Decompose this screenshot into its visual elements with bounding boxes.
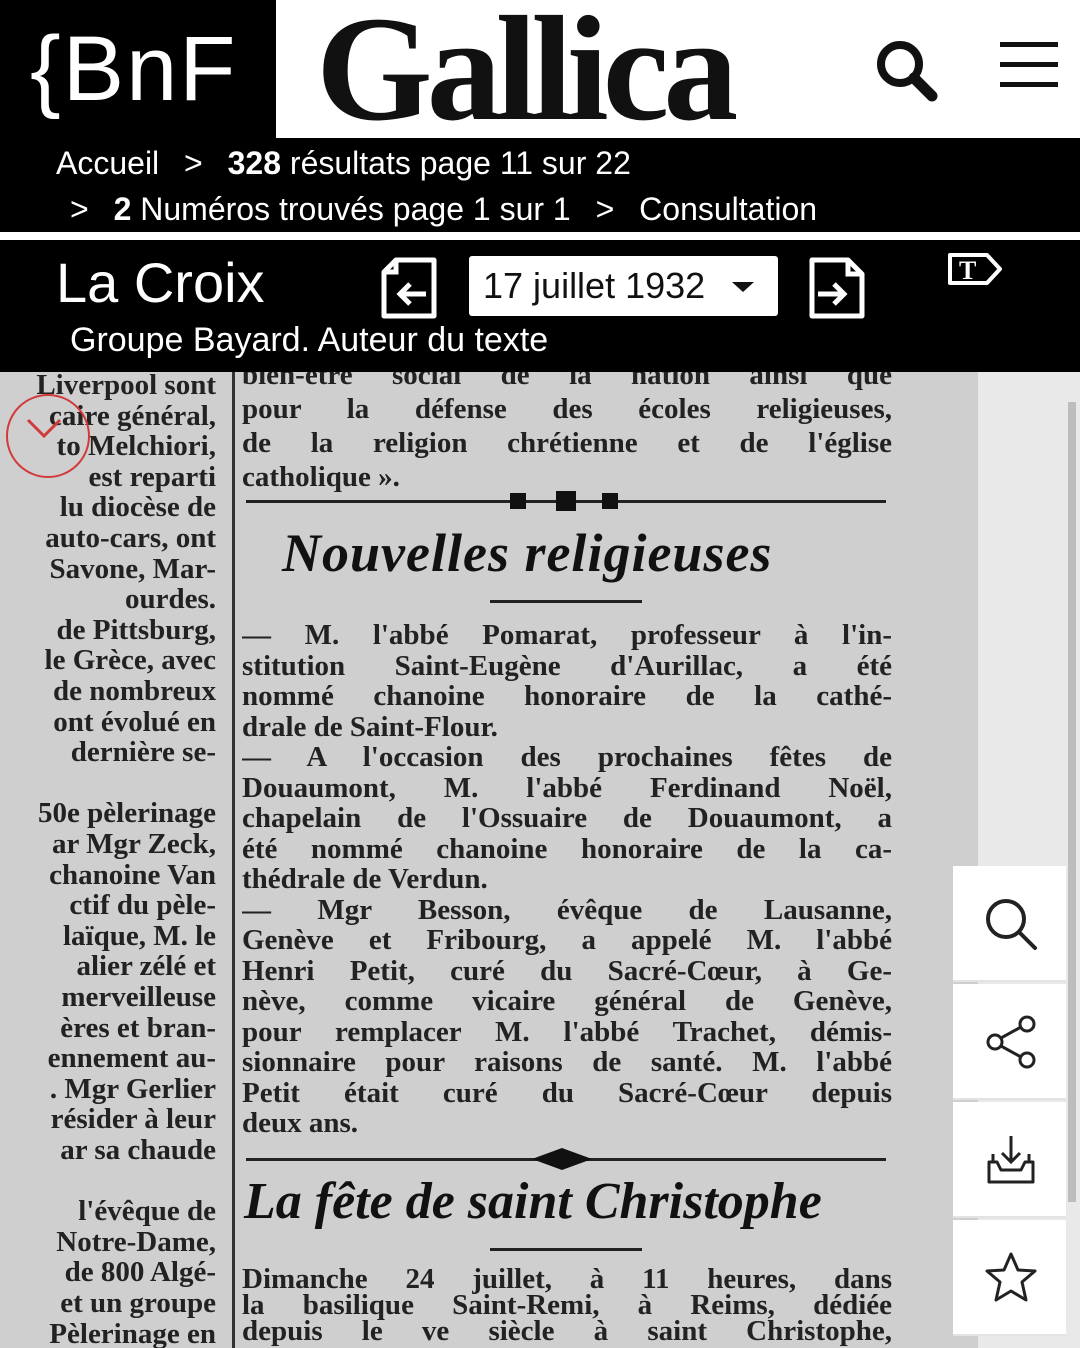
headline-underline <box>490 600 642 603</box>
scan-text-line: de la religion chrétienne et de l'église <box>242 427 892 459</box>
issue-date-select[interactable]: 17 juillet 1932 <box>469 256 778 316</box>
chevron-down-icon[interactable] <box>24 408 64 448</box>
search-icon <box>986 899 1037 950</box>
document-viewer[interactable]: Liverpool sont caire général, to Melchiori… <box>0 372 1080 1348</box>
scan-text-line: . Mgr Gerlier <box>49 1072 216 1105</box>
scan-text-line: — M. l'abbé Pomarat, professeur à l'in- <box>242 619 892 651</box>
text-mode-label: T <box>959 256 976 285</box>
scan-text-line: Petit était curé du Sacré-Cœur depuis <box>242 1076 892 1109</box>
scan-text-line: merveilleuse <box>61 981 216 1013</box>
scan-text-line: et un groupe <box>60 1287 216 1319</box>
issues-text: Numéros trouvés page 1 sur 1 <box>131 191 571 227</box>
scan-text-line: sionnaire pour raisons de santé. M. l'ab… <box>242 1046 892 1078</box>
scan-text-line: depuis le ve siècle à saint Christophe, <box>242 1315 892 1347</box>
search-icon[interactable] <box>872 36 942 106</box>
scan-text-line: Henri Petit, curé du Sacré-Cœur, à Ge- <box>242 954 892 987</box>
scan-right-column: bien-être social de la nation ainsi que p… <box>242 372 892 1348</box>
scan-text-line: ont évolué en <box>53 705 216 738</box>
scan-text-line: lu diocèse de <box>59 491 216 524</box>
scan-text-line: drale de Saint-Flour. <box>242 710 498 743</box>
scan-text-line: de nombreux <box>52 675 216 707</box>
scan-text-line: ctif du pèle- <box>69 889 216 922</box>
scan-text-line: nommé chanoine honoraire de la cathé- <box>242 680 892 712</box>
scan-text-line: Liverpool sont <box>36 372 216 401</box>
headline-nouvelles-religieuses: Nouvelles religieuses <box>282 523 773 583</box>
breadcrumb-separator: > <box>184 145 203 181</box>
scan-text-line: alier zélé et <box>76 950 216 983</box>
results-text: résultats page 11 sur 22 <box>281 145 631 181</box>
bnf-logo[interactable]: {BnF <box>0 0 276 138</box>
scan-text-line: chanoine Van <box>49 858 216 891</box>
share-icon <box>986 1015 1036 1069</box>
next-issue-icon[interactable] <box>808 256 866 320</box>
previous-issue-icon[interactable] <box>380 256 438 320</box>
scan-text-line: deux ans. <box>242 1107 359 1139</box>
scan-text-line: laïque, M. le <box>62 919 216 952</box>
share-button[interactable] <box>953 984 1066 1100</box>
scan-text-line: ar sa chaude <box>60 1134 216 1166</box>
newspaper-scan[interactable]: Liverpool sont caire général, to Melchiori… <box>0 372 978 1348</box>
scan-text-line: Genève et Fribourg, a appelé M. l'abbé <box>242 924 892 956</box>
scan-text-line: dernière se- <box>70 736 216 769</box>
scan-text-line: Pèlerinage en <box>49 1317 216 1348</box>
breadcrumb-issues-link[interactable]: 2 Numéros trouvés page 1 sur 1 <box>114 191 571 227</box>
scan-text-line: — A l'occasion des prochaines fêtes de <box>242 741 892 773</box>
scan-left-column: Liverpool sont caire général, to Melchiori… <box>0 372 218 1348</box>
scan-text-line: ourdes. <box>124 583 216 616</box>
ornament-icon <box>510 491 618 511</box>
scan-text-line: ar Mgr Zeck, <box>51 828 216 860</box>
scan-text-line: de Pittsburg, <box>56 613 217 646</box>
viewer-toolbar <box>953 866 1066 1348</box>
chevron-down-icon <box>732 282 754 292</box>
download-button[interactable] <box>953 1102 1066 1218</box>
scan-text-line: Notre-Dame, <box>56 1225 216 1258</box>
scan-text-line: ennement au- <box>47 1042 216 1075</box>
scan-text-line: nève, comme vicaire général de Genève, <box>242 985 892 1017</box>
scan-text-line: est reparti <box>88 460 217 493</box>
scan-text-line: Savone, Mar- <box>49 552 216 585</box>
scan-text-line: — Mgr Besson, évêque de Lausanne, <box>242 893 892 926</box>
scan-text-line: chapelain de l'Ossuaire de Douaumont, a <box>242 802 892 834</box>
gallica-logo[interactable]: Gallica <box>316 0 738 144</box>
site-header: {BnF Gallica <box>0 0 1080 144</box>
scan-text-line: résider à leur <box>50 1103 216 1136</box>
issue-date-value: 17 juillet 1932 <box>483 265 706 306</box>
headline-fete-saint-christophe: La fête de saint Christophe <box>244 1173 822 1230</box>
scrollbar-thumb[interactable] <box>1068 402 1076 1202</box>
breadcrumb-separator: > <box>595 191 615 227</box>
download-icon <box>987 1136 1035 1184</box>
column-rule <box>232 372 235 1348</box>
star-icon <box>985 1252 1037 1302</box>
scan-text-line: ères et bran- <box>60 1011 216 1044</box>
divider <box>0 232 1080 240</box>
favorite-button[interactable] <box>953 1220 1066 1336</box>
breadcrumb-results-link[interactable]: 328 résultats page 11 sur 22 <box>228 145 631 181</box>
scan-text-line: Douaumont, M. l'abbé Ferdinand Noël, <box>242 771 892 804</box>
scan-text-line: thédrale de Verdun. <box>242 863 488 895</box>
search-in-document-button[interactable] <box>953 866 1066 982</box>
scan-text-line: pour remplacer M. l'abbé Trachet, démis- <box>242 1015 892 1048</box>
document-titlebar: La Croix Groupe Bayard. Auteur du texte … <box>0 240 1080 372</box>
diamond-ornament-icon <box>532 1148 592 1170</box>
breadcrumb-separator: > <box>70 191 89 227</box>
scan-text-line: auto-cars, ont <box>45 522 216 554</box>
scan-text-line: stitution Saint-Eugène d'Aurillac, a été <box>242 649 892 682</box>
scan-text-line: l'évêque de <box>78 1195 216 1228</box>
scan-text-line: de 800 Algé- <box>64 1256 216 1289</box>
scan-text-line: bien-être social de la nation ainsi que <box>242 372 892 391</box>
breadcrumb-home-link[interactable]: Accueil <box>56 145 159 181</box>
breadcrumb: Accueil > 328 résultats page 11 sur 22 >… <box>0 138 1080 232</box>
text-mode-tag-icon[interactable]: T <box>947 252 1003 286</box>
scan-text-line: le Grèce, avec <box>44 644 216 677</box>
results-count: 328 <box>227 145 282 181</box>
hamburger-menu-icon[interactable] <box>1000 40 1062 90</box>
scan-text-line: pour la défense des écoles religieuses, <box>242 393 892 425</box>
document-author[interactable]: Groupe Bayard. Auteur du texte <box>70 318 548 362</box>
scan-text-line: 50e pèlerinage <box>38 797 216 830</box>
breadcrumb-current: Consultation <box>639 191 818 227</box>
scan-text-line: été nommé chanoine honoraire de la ca- <box>242 832 892 865</box>
document-title: La Croix <box>56 251 265 314</box>
headline-underline <box>490 1248 642 1251</box>
issues-count: 2 <box>113 191 132 227</box>
